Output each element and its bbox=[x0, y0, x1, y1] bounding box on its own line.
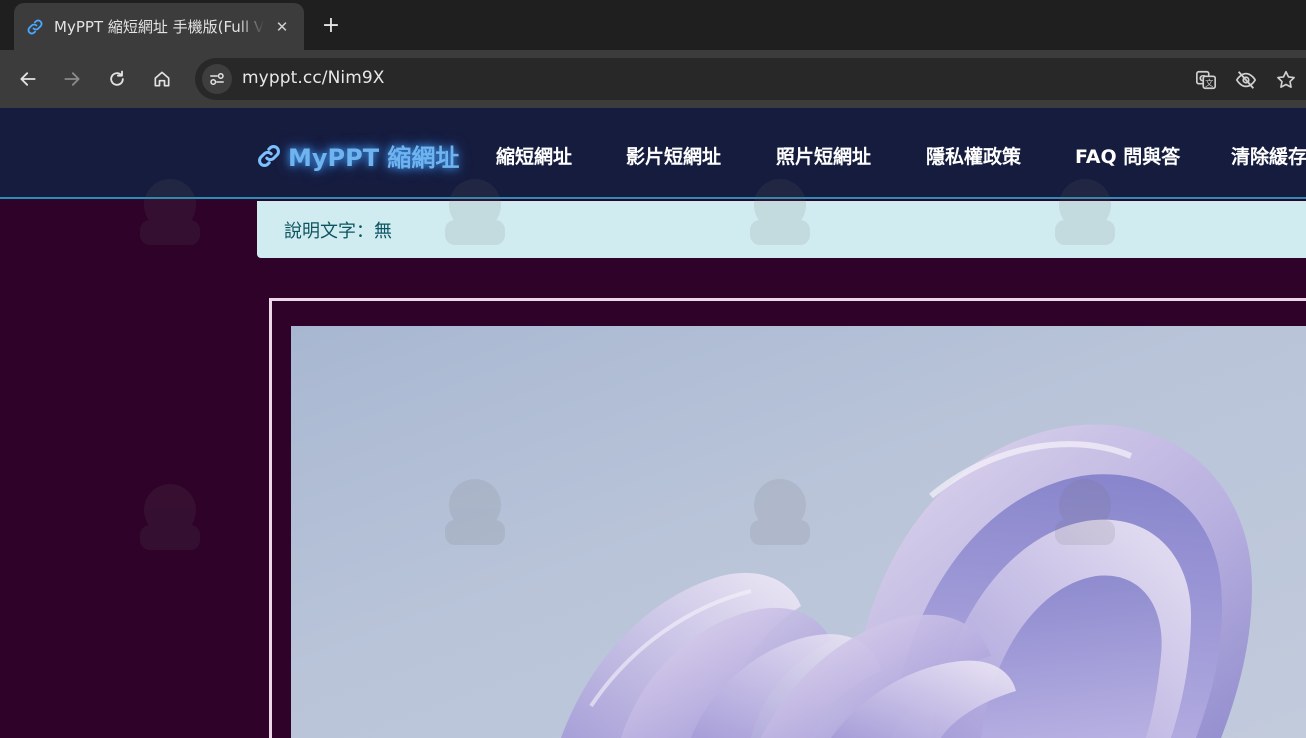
close-icon[interactable]: ✕ bbox=[272, 17, 292, 37]
nav-link-faq[interactable]: FAQ 問與答 bbox=[1075, 142, 1180, 169]
nav-link-shorten-url[interactable]: 縮短網址 bbox=[496, 142, 572, 169]
bloom-wallpaper-image bbox=[561, 424, 1252, 738]
url-text[interactable]: myppt.cc/Nim9X bbox=[242, 68, 385, 88]
svg-text:文: 文 bbox=[1205, 78, 1213, 88]
link-icon bbox=[27, 19, 43, 34]
tab-title: MyPPT 縮短網址 手機版(Full Version) bbox=[54, 18, 264, 36]
star-icon bbox=[1277, 70, 1295, 88]
forward-button[interactable] bbox=[57, 64, 87, 94]
nav-link-privacy-policy[interactable]: 隱私權政策 bbox=[926, 142, 1021, 169]
reload-button[interactable] bbox=[102, 64, 132, 94]
nav-link-clear-cache[interactable]: 清除緩存 bbox=[1231, 142, 1306, 169]
browser-tab[interactable]: MyPPT 縮短網址 手機版(Full Version) ✕ bbox=[14, 3, 304, 50]
nav-link-video-url[interactable]: 影片短網址 bbox=[626, 142, 721, 169]
site-navbar: MyPPT 縮網址 縮短網址 影片短網址 照片短網址 隱私權政策 FAQ 問與答… bbox=[0, 108, 1306, 199]
nav-link-photo-url[interactable]: 照片短網址 bbox=[776, 142, 871, 169]
reload-icon bbox=[110, 70, 124, 86]
arrow-right-icon bbox=[64, 72, 80, 86]
browser-tab-strip: MyPPT 縮短網址 手機版(Full Version) ✕ + bbox=[0, 0, 1306, 50]
address-bar[interactable]: myppt.cc/Nim9X G 文 bbox=[195, 58, 1306, 100]
home-button[interactable] bbox=[147, 64, 177, 94]
tracking-protection-button[interactable] bbox=[1234, 68, 1258, 92]
description-text: 說明文字：無 bbox=[284, 221, 392, 242]
brand-link[interactable]: MyPPT 縮網址 bbox=[256, 138, 459, 173]
arrow-left-icon bbox=[20, 72, 36, 86]
brand-text: MyPPT 縮網址 bbox=[288, 144, 460, 172]
home-icon bbox=[154, 71, 170, 87]
tune-icon bbox=[210, 73, 224, 85]
browser-toolbar: myppt.cc/Nim9X G 文 bbox=[0, 50, 1306, 108]
site-info-button[interactable] bbox=[202, 64, 232, 94]
new-tab-button[interactable]: + bbox=[318, 12, 344, 38]
translate-icon: G 文 bbox=[1196, 70, 1216, 90]
bookmark-button[interactable] bbox=[1274, 68, 1298, 92]
eye-off-icon bbox=[1235, 71, 1257, 89]
shared-photo[interactable] bbox=[291, 326, 1306, 738]
description-alert: 說明文字：無 bbox=[257, 201, 1306, 258]
link-icon bbox=[258, 144, 280, 167]
back-button[interactable] bbox=[13, 64, 43, 94]
translate-button[interactable]: G 文 bbox=[1194, 68, 1218, 92]
